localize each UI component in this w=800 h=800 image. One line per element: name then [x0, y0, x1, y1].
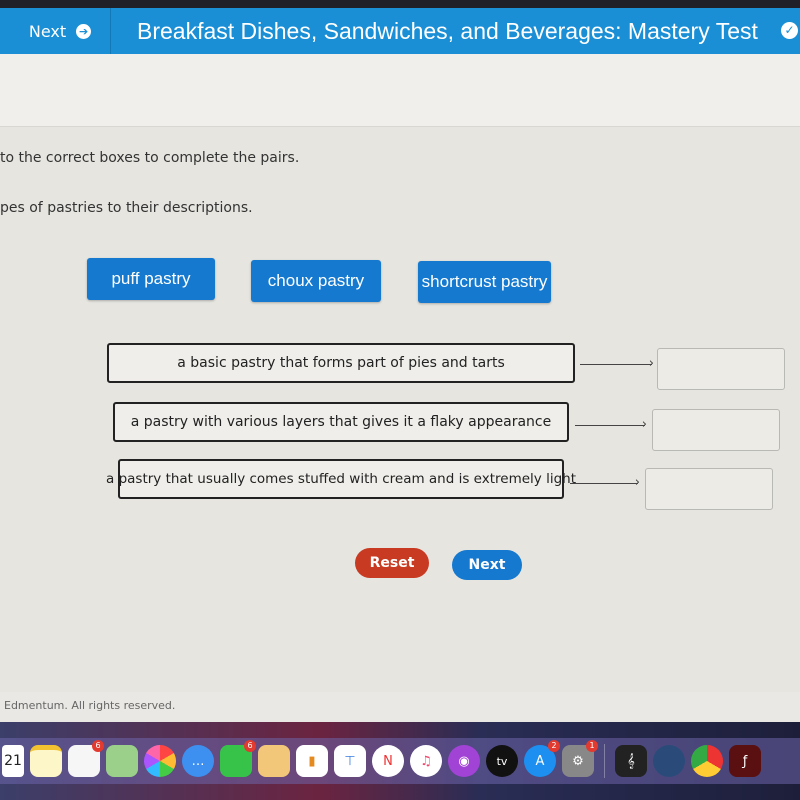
footer: Edmentum. All rights reserved.	[0, 692, 800, 722]
news-app-icon[interactable]: N	[372, 745, 404, 777]
podcasts-app-icon[interactable]: ◉	[448, 745, 480, 777]
dock-separator	[604, 744, 605, 778]
numbers-app-icon[interactable]: ▮	[296, 745, 328, 777]
answer-drop-target-2[interactable]	[652, 409, 780, 451]
chip-label: choux pastry	[267, 271, 365, 290]
description-box-2: a pastry with various layers that gives …	[113, 402, 569, 442]
calendar-app-icon[interactable]: 21	[2, 745, 24, 777]
maps-app-icon[interactable]	[106, 745, 138, 777]
system-preferences-icon[interactable]: ⚙ 1	[562, 740, 598, 777]
header-next-button[interactable]: Next ➔	[10, 8, 111, 54]
description-box-3: a pastry that usually comes stuffed with…	[106, 459, 576, 499]
test-title: Breakfast Dishes, Sandwiches, and Bevera…	[137, 18, 758, 44]
photos-app-icon[interactable]	[144, 745, 176, 777]
chrome-app-icon[interactable]	[691, 745, 723, 777]
pages-app-icon[interactable]	[258, 745, 290, 777]
keynote-app-icon[interactable]: ⊤	[334, 745, 366, 777]
test-header: Next ➔ Breakfast Dishes, Sandwiches, and…	[0, 8, 800, 54]
answer-drop-target-1[interactable]	[657, 348, 785, 390]
question-page: to the correct boxes to complete the pai…	[0, 54, 800, 722]
copyright-text: Edmentum. All rights reserved.	[4, 699, 176, 712]
tv-label: tv	[496, 754, 508, 768]
badge: 6	[92, 740, 104, 752]
app-store-icon[interactable]: A2	[524, 740, 560, 777]
badge: 2	[548, 740, 560, 752]
notes-app-icon[interactable]	[30, 745, 62, 777]
page-top-band	[0, 54, 800, 127]
reset-button[interactable]: Reset	[355, 548, 429, 578]
description-text: a pastry with various layers that gives …	[130, 414, 552, 430]
calendar-date: 21	[4, 753, 22, 769]
chip-puff-pastry[interactable]: puff pastry	[87, 258, 215, 300]
macos-dock: 21 6 … 6 ▮ ⊤ N ♫ ◉ tv A2 ⚙ 1 𝄞 ƒ	[0, 738, 800, 784]
badge: 1	[586, 740, 598, 752]
arrow-right-circle-icon: ➔	[76, 23, 92, 39]
arrow-right-icon: ›	[570, 476, 640, 490]
chip-label: puff pastry	[111, 269, 191, 288]
header-next-label: Next	[28, 21, 67, 41]
instruction-line-2: pes of pastries to their descriptions.	[0, 200, 253, 216]
chip-choux-pastry[interactable]: choux pastry	[251, 260, 381, 302]
flash-app-icon[interactable]: ƒ	[729, 745, 761, 777]
piano-app-icon[interactable]: 𝄞	[615, 745, 647, 777]
description-text: a basic pastry that forms part of pies a…	[177, 355, 505, 371]
chip-label: shortcrust pastry	[421, 272, 548, 291]
description-text: a pastry that usually comes stuffed with…	[106, 471, 576, 487]
messages-app-icon[interactable]: …	[182, 745, 214, 777]
reminders-app-icon[interactable]: 6	[68, 740, 104, 777]
answer-drop-target-3[interactable]	[645, 468, 773, 510]
description-box-1: a basic pastry that forms part of pies a…	[107, 343, 575, 383]
chip-shortcrust-pastry[interactable]: shortcrust pastry	[418, 261, 551, 303]
arrow-right-icon: ›	[580, 357, 654, 371]
utility-app-icon[interactable]	[653, 745, 685, 777]
badge: 6	[244, 740, 256, 752]
top-bezel	[0, 0, 800, 8]
check-circle-icon[interactable]: ✓	[781, 22, 798, 39]
next-button[interactable]: Next	[452, 550, 522, 580]
instruction-line-1: to the correct boxes to complete the pai…	[0, 150, 300, 166]
facetime-app-icon[interactable]: 6	[220, 740, 256, 777]
apple-tv-app-icon[interactable]: tv	[486, 745, 518, 777]
music-app-icon[interactable]: ♫	[410, 745, 442, 777]
arrow-right-icon: ›	[575, 418, 647, 432]
